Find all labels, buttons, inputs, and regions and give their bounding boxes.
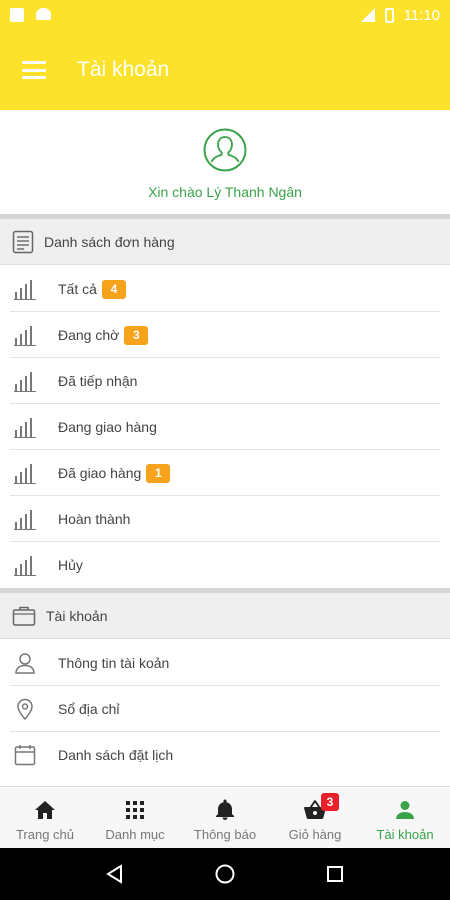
signal-icon xyxy=(360,8,375,22)
order-filter-label: Hủy xyxy=(58,557,83,573)
nav-cart[interactable]: 3 Giỏ hàng xyxy=(270,787,360,848)
nav-label: Tài khoản xyxy=(376,826,434,842)
bottom-navigation: Trang chủ Danh mục Thông báo 3 Giỏ hàng … xyxy=(0,786,450,848)
order-filter-label: Đang chờ xyxy=(58,327,120,343)
account-section-title: Tài khoản xyxy=(46,607,108,624)
nav-notifications[interactable]: Thông báo xyxy=(180,787,270,848)
nav-account[interactable]: Tài khoản xyxy=(360,787,450,848)
user-icon xyxy=(15,653,35,674)
greeting-text: Xin chào Lý Thanh Ngân xyxy=(148,184,302,200)
order-filter-label: Tất cả xyxy=(58,281,97,297)
nav-label: Danh mục xyxy=(105,826,165,842)
order-filter-delivered[interactable]: Đã giao hàng 1 xyxy=(0,450,450,496)
status-bar: 11:10 xyxy=(0,0,450,30)
nav-categories[interactable]: Danh mục xyxy=(90,787,180,848)
nav-label: Trang chủ xyxy=(15,826,75,842)
bar-chart-icon xyxy=(14,464,36,484)
bar-chart-icon xyxy=(14,280,36,300)
user-circle-icon[interactable] xyxy=(203,128,247,172)
count-badge: 1 xyxy=(146,463,171,483)
orders-section-title: Danh sách đơn hàng xyxy=(44,233,175,250)
nav-label: Giỏ hàng xyxy=(288,826,342,842)
document-list-icon xyxy=(12,230,34,253)
order-filter-label: Hoàn thành xyxy=(58,511,131,527)
order-filter-cancelled[interactable]: Hủy xyxy=(0,542,450,588)
address-book-item[interactable]: Sổ địa chỉ xyxy=(0,686,450,732)
order-filter-shipping[interactable]: Đang giao hàng xyxy=(0,404,450,450)
recents-icon[interactable] xyxy=(324,863,346,885)
account-item-label: Danh sách đặt lịch xyxy=(58,747,174,763)
briefcase-icon xyxy=(12,606,36,626)
bar-chart-icon xyxy=(14,418,36,438)
order-filter-label: Đã tiếp nhận xyxy=(58,373,138,389)
count-badge: 4 xyxy=(101,279,126,299)
bar-chart-icon xyxy=(14,372,36,392)
order-filter-pending[interactable]: Đang chờ 3 xyxy=(0,312,450,358)
system-navigation-bar xyxy=(0,848,450,900)
order-filter-all[interactable]: Tất cả 4 xyxy=(0,266,450,312)
android-icon xyxy=(36,8,51,20)
home-circle-icon[interactable] xyxy=(214,863,236,885)
account-info-item[interactable]: Thông tin tài koản xyxy=(0,640,450,686)
account-item-label: Thông tin tài koản xyxy=(58,655,170,671)
bar-chart-icon xyxy=(14,326,36,346)
hamburger-icon[interactable] xyxy=(22,61,46,79)
nav-label: Thông báo xyxy=(193,826,257,842)
sd-card-icon xyxy=(10,8,24,22)
cart-count-badge: 3 xyxy=(321,793,339,811)
appointment-list-item[interactable]: Danh sách đặt lịch xyxy=(0,732,450,778)
bar-chart-icon xyxy=(14,510,36,530)
nav-home[interactable]: Trang chủ xyxy=(0,787,90,848)
back-icon[interactable] xyxy=(104,863,126,885)
bell-icon xyxy=(216,799,234,820)
status-time: 11:10 xyxy=(403,6,440,24)
person-icon xyxy=(396,800,414,819)
location-pin-icon xyxy=(17,698,33,720)
home-icon xyxy=(35,800,55,819)
order-filter-received[interactable]: Đã tiếp nhận xyxy=(0,358,450,404)
account-section-header: Tài khoản xyxy=(0,593,450,639)
order-filter-label: Đang giao hàng xyxy=(58,419,157,435)
account-item-label: Sổ địa chỉ xyxy=(58,701,120,717)
calendar-icon xyxy=(14,745,36,766)
count-badge: 3 xyxy=(124,325,149,345)
order-filter-completed[interactable]: Hoàn thành xyxy=(0,496,450,542)
orders-section-header: Danh sách đơn hàng xyxy=(0,219,450,265)
battery-icon xyxy=(384,7,394,23)
grid-icon xyxy=(126,800,144,819)
app-bar: Tài khoản xyxy=(0,30,450,110)
order-filter-label: Đã giao hàng xyxy=(58,465,142,481)
profile-header: Xin chào Lý Thanh Ngân xyxy=(0,110,450,214)
bar-chart-icon xyxy=(14,556,36,576)
page-title: Tài khoản xyxy=(77,58,170,81)
